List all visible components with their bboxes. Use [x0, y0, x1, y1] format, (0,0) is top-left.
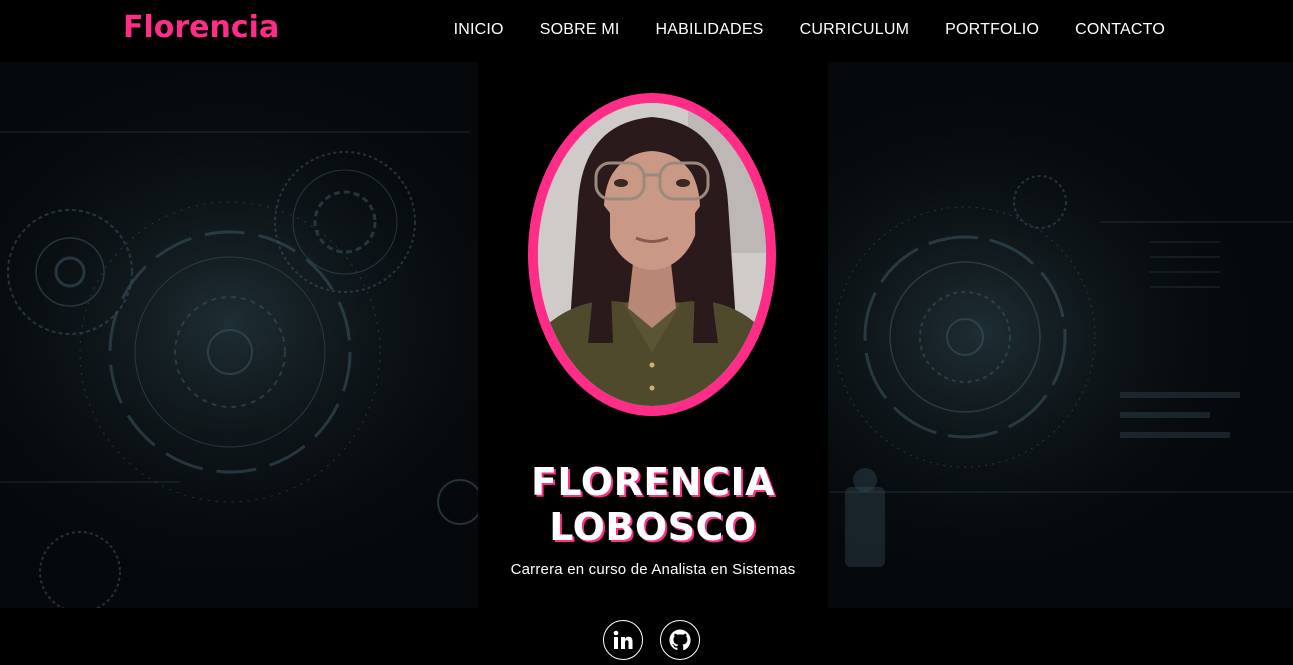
nav-link-contacto[interactable]: CONTACTO: [1075, 21, 1165, 39]
nav-link-habilidades[interactable]: HABILIDADES: [656, 21, 764, 39]
nav-link-curriculum[interactable]: CURRICULUM: [800, 21, 910, 39]
profile-photo: [538, 103, 766, 406]
linkedin-icon: [613, 630, 633, 649]
page: Florencia INICIO SOBRE MI HABILIDADES CU…: [0, 0, 1293, 665]
profile-name-line2: LOBOSCO: [549, 505, 757, 549]
brand-logo[interactable]: Florencia: [123, 10, 279, 45]
profile-photo-icon: [538, 103, 766, 406]
nav-link-inicio[interactable]: INICIO: [454, 21, 504, 39]
nav-link-portfolio[interactable]: PORTFOLIO: [945, 21, 1039, 39]
profile-name-line1: FLORENCIA: [530, 460, 776, 504]
github-icon: [669, 629, 691, 651]
profile-subtitle: Carrera en curso de Analista en Sistemas: [510, 561, 796, 578]
profile-name: FLORENCIA LOBOSCO: [478, 460, 828, 550]
profile-photo-frame: [528, 93, 776, 416]
nav-link-sobre-mi[interactable]: SOBRE MI: [540, 21, 620, 39]
github-button[interactable]: [660, 620, 700, 660]
social-links: [0, 608, 1293, 665]
top-navbar: Florencia INICIO SOBRE MI HABILIDADES CU…: [0, 0, 1293, 62]
linkedin-button[interactable]: [603, 620, 643, 660]
main-menu: INICIO SOBRE MI HABILIDADES CURRICULUM P…: [418, 21, 1165, 39]
profile-card: FLORENCIA LOBOSCO Carrera en curso de An…: [478, 62, 828, 608]
